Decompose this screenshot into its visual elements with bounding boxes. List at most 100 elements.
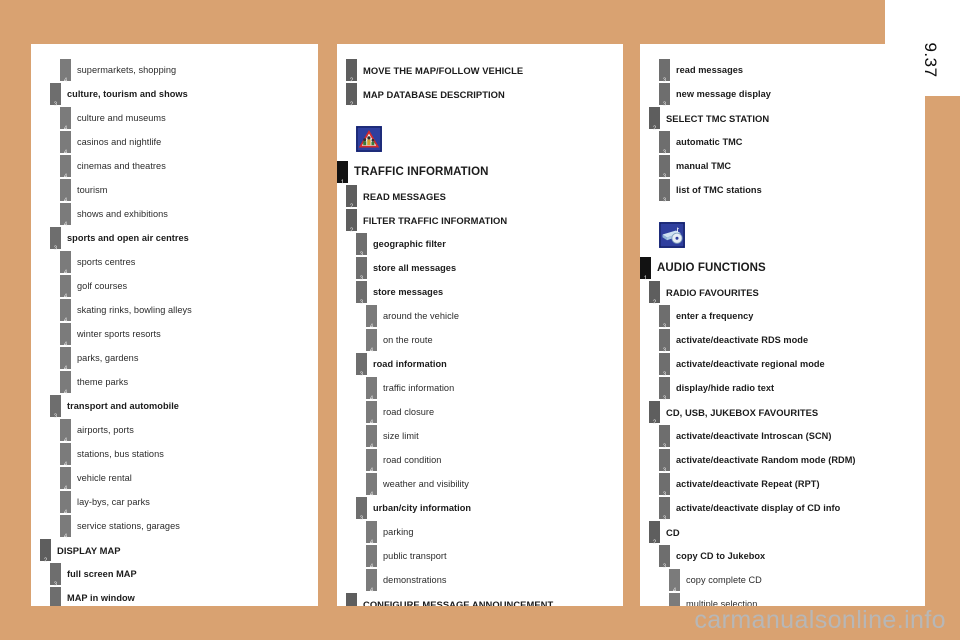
page-background-top-right: [855, 0, 885, 44]
index-level-badge: 4: [669, 569, 680, 594]
index-entry-label: list of TMC stations: [676, 185, 762, 195]
index-entry[interactable]: 3 new message display: [640, 82, 925, 108]
index-entry[interactable]: 3 urban/city information: [337, 496, 623, 522]
index-level-badge: 4: [60, 515, 71, 540]
index-entry[interactable]: 4 weather and visibility: [337, 472, 623, 498]
index-entry-label: traffic information: [383, 383, 455, 393]
index-entry[interactable]: 4 stations, bus stations: [31, 442, 318, 468]
index-entry[interactable]: 3 read messages: [640, 58, 925, 84]
index-entry[interactable]: 4 on the route: [337, 328, 623, 354]
index-entry[interactable]: 3 activate/deactivate Introscan (SCN): [640, 424, 925, 450]
index-level-badge: 2: [649, 107, 660, 132]
index-entry[interactable]: 3 full screen MAP: [31, 562, 318, 588]
index-entry[interactable]: 4 sports centres: [31, 250, 318, 276]
index-entry[interactable]: 4 culture and museums: [31, 106, 318, 132]
index-section-heading[interactable]: 1 TRAFFIC INFORMATION: [337, 160, 623, 186]
index-entry[interactable]: 2 RADIO FAVOURITES: [640, 280, 925, 306]
index-entry[interactable]: 4 shows and exhibitions: [31, 202, 318, 228]
index-entry[interactable]: 4 service stations, garages: [31, 514, 318, 540]
index-entry[interactable]: 2 CD: [640, 520, 925, 546]
index-entry[interactable]: 3 store all messages: [337, 256, 623, 282]
index-entry[interactable]: 3 enter a frequency: [640, 304, 925, 330]
index-level-badge: 2: [346, 185, 357, 210]
index-level-badge: 4: [60, 347, 71, 372]
index-entry-label: MOVE THE MAP/FOLLOW VEHICLE: [363, 64, 524, 76]
index-entry[interactable]: 3 transport and automobile: [31, 394, 318, 420]
site-watermark: carmanualsonline.info: [694, 606, 946, 634]
index-entry-label: activate/deactivate Introscan (SCN): [676, 431, 832, 441]
index-entry[interactable]: 4 airports, ports: [31, 418, 318, 444]
index-level-badge: 4: [366, 305, 377, 330]
index-level-badge: 4: [366, 545, 377, 570]
index-entry-label: tourism: [77, 185, 108, 195]
index-entry[interactable]: 3 automatic TMC: [640, 130, 925, 156]
index-entry[interactable]: 3 culture, tourism and shows: [31, 82, 318, 108]
index-entry[interactable]: 4 traffic information: [337, 376, 623, 402]
index-entry[interactable]: 4 size limit: [337, 424, 623, 450]
index-entry[interactable]: 4 road closure: [337, 400, 623, 426]
index-level-badge: 4: [60, 371, 71, 396]
index-entry-label: supermarkets, shopping: [77, 65, 177, 75]
index-entry-label: road condition: [383, 455, 442, 465]
index-entry-label: transport and automobile: [67, 401, 179, 411]
index-entry[interactable]: 2 MAP DATABASE DESCRIPTION: [337, 82, 623, 108]
index-entry[interactable]: 3 list of TMC stations: [640, 178, 925, 204]
index-entry[interactable]: 4 road condition: [337, 448, 623, 474]
index-entry-label: road information: [373, 359, 447, 369]
index-entry[interactable]: 2 MOVE THE MAP/FOLLOW VEHICLE: [337, 58, 623, 84]
index-entry[interactable]: 4 copy complete CD: [640, 568, 925, 594]
index-entry-label: lay-bys, car parks: [77, 497, 150, 507]
index-entry[interactable]: 4 winter sports resorts: [31, 322, 318, 348]
index-entry[interactable]: 4 golf courses: [31, 274, 318, 300]
index-entry-label: golf courses: [77, 281, 128, 291]
index-entry[interactable]: 3 activate/deactivate display of CD info: [640, 496, 925, 522]
index-entry[interactable]: 3 sports and open air centres: [31, 226, 318, 252]
index-level-badge: 3: [356, 281, 367, 306]
index-level-badge: 4: [366, 377, 377, 402]
index-entry-label: new message display: [676, 89, 771, 99]
index-entry[interactable]: 2 READ MESSAGES: [337, 184, 623, 210]
index-entry[interactable]: 4 theme parks: [31, 370, 318, 396]
index-entry[interactable]: 4 around the vehicle: [337, 304, 623, 330]
index-entry[interactable]: 2 CD, USB, JUKEBOX FAVOURITES: [640, 400, 925, 426]
index-entry-label: read messages: [676, 65, 744, 75]
page-number: 9.37: [921, 42, 940, 78]
index-entry[interactable]: 2 FILTER TRAFFIC INFORMATION: [337, 208, 623, 234]
index-entry[interactable]: 4 supermarkets, shopping: [31, 58, 318, 84]
index-entry[interactable]: 4 demonstrations: [337, 568, 623, 594]
index-entry-label: SELECT TMC STATION: [666, 112, 770, 124]
index-entry[interactable]: 2 DISPLAY MAP: [31, 538, 318, 564]
index-entry[interactable]: 4 parking: [337, 520, 623, 546]
index-entry[interactable]: 3 display/hide radio text: [640, 376, 925, 402]
index-level-badge: 4: [60, 155, 71, 180]
index-entry[interactable]: 4 parks, gardens: [31, 346, 318, 372]
index-entry[interactable]: 3 geographic filter: [337, 232, 623, 258]
index-entry[interactable]: 4 tourism: [31, 178, 318, 204]
index-entry[interactable]: 3 activate/deactivate Random mode (RDM): [640, 448, 925, 474]
index-level-badge: 4: [60, 443, 71, 468]
index-entry[interactable]: 3 copy CD to Jukebox: [640, 544, 925, 570]
index-level-badge: 2: [346, 83, 357, 108]
index-entry-label: activate/deactivate regional mode: [676, 359, 825, 369]
index-entry[interactable]: 2 SELECT TMC STATION: [640, 106, 925, 132]
index-level-badge: 3: [356, 497, 367, 522]
index-entry[interactable]: 3 road information: [337, 352, 623, 378]
index-entry[interactable]: 4 public transport: [337, 544, 623, 570]
index-entry[interactable]: 3 activate/deactivate regional mode: [640, 352, 925, 378]
index-entry[interactable]: 3 activate/deactivate Repeat (RPT): [640, 472, 925, 498]
index-entry[interactable]: 4 vehicle rental: [31, 466, 318, 492]
index-entry[interactable]: 4 skating rinks, bowling alleys: [31, 298, 318, 324]
index-section-heading[interactable]: 1 AUDIO FUNCTIONS: [640, 256, 925, 282]
index-entry[interactable]: 4 lay-bys, car parks: [31, 490, 318, 516]
index-entry[interactable]: 3 activate/deactivate RDS mode: [640, 328, 925, 354]
index-entry[interactable]: 4 cinemas and theatres: [31, 154, 318, 180]
index-level-badge: 3: [50, 83, 61, 108]
index-entry[interactable]: 4 casinos and nightlife: [31, 130, 318, 156]
index-entry[interactable]: 3 manual TMC: [640, 154, 925, 180]
index-level-badge: 4: [60, 251, 71, 276]
index-entry-label: stations, bus stations: [77, 449, 164, 459]
index-entry-label: vehicle rental: [77, 473, 132, 483]
index-entry[interactable]: 3 store messages: [337, 280, 623, 306]
index-level-badge: 4: [60, 467, 71, 492]
index-level-badge: 3: [659, 545, 670, 570]
